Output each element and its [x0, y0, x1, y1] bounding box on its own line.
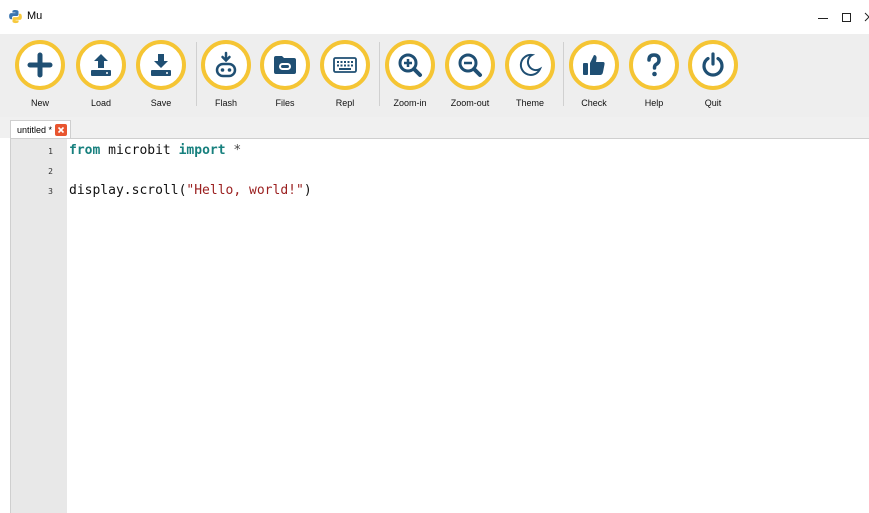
- tab-label: untitled *: [17, 124, 53, 135]
- theme-label: Theme: [515, 98, 544, 108]
- python-logo-icon: [8, 9, 23, 24]
- module-name: microbit: [100, 143, 179, 158]
- minimize-icon: [818, 17, 828, 19]
- new-button-ring: [15, 40, 65, 90]
- zoom-in-button[interactable]: Zoom-in: [385, 40, 437, 112]
- close-x-icon: [57, 126, 65, 133]
- line-number: 2: [48, 167, 53, 176]
- flash-button-ring: [201, 40, 251, 90]
- help-button[interactable]: Help: [629, 40, 681, 112]
- call-suffix: ): [303, 183, 312, 198]
- toolbar-divider: [563, 42, 564, 106]
- theme-button[interactable]: Theme: [505, 40, 557, 112]
- zoom-out-icon: [458, 53, 482, 77]
- load-button-ring: [76, 40, 126, 90]
- mu-editor-window: Mu New Load Save Flash Files Repl Zoom-i…: [0, 0, 869, 513]
- code-line-3[interactable]: display.scroll("Hello, world!"): [69, 183, 312, 198]
- question-icon: [647, 53, 661, 77]
- repl-button[interactable]: Repl: [320, 40, 372, 112]
- upload-icon: [91, 54, 111, 76]
- files-button[interactable]: Files: [260, 40, 312, 112]
- maximize-icon: [841, 12, 851, 22]
- microbit-flash-icon: [215, 51, 237, 78]
- string-literal: "Hello, world!": [186, 183, 304, 198]
- repl-button-ring: [320, 40, 370, 90]
- toolbar-divider: [196, 42, 197, 106]
- zoom-out-button[interactable]: Zoom-out: [445, 40, 497, 112]
- plus-icon: [27, 52, 53, 78]
- new-button[interactable]: New: [15, 40, 67, 112]
- quit-button[interactable]: Quit: [688, 40, 740, 112]
- flash-button[interactable]: Flash: [201, 40, 253, 112]
- load-button[interactable]: Load: [76, 40, 128, 112]
- tab-close-icon[interactable]: [55, 123, 68, 136]
- code-line-1[interactable]: from microbit import *: [69, 143, 241, 158]
- toolbar: New Load Save Flash Files Repl Zoom-in Z…: [0, 34, 869, 117]
- close-button[interactable]: [854, 0, 869, 34]
- keyword-from: from: [69, 143, 101, 158]
- repl-label: Repl: [335, 98, 355, 108]
- toolbar-divider: [379, 42, 380, 106]
- zoom-in-button-ring: [385, 40, 435, 90]
- files-button-ring: [260, 40, 310, 90]
- line-number: 3: [48, 187, 53, 196]
- help-button-ring: [629, 40, 679, 90]
- theme-button-ring: [505, 40, 555, 90]
- save-button-ring: [136, 40, 186, 90]
- moon-icon: [519, 53, 543, 76]
- call-prefix: display.scroll(: [69, 183, 187, 198]
- title-bar: Mu: [0, 0, 869, 34]
- new-label: New: [30, 98, 49, 108]
- line-number: 1: [48, 147, 53, 156]
- save-label: Save: [150, 98, 172, 108]
- power-icon: [702, 52, 724, 77]
- folder-icon: [274, 56, 296, 74]
- thumbs-up-icon: [583, 55, 605, 75]
- save-button[interactable]: Save: [136, 40, 188, 112]
- tab-bar: untitled *: [0, 117, 869, 138]
- tab-untitled[interactable]: untitled *: [10, 120, 72, 138]
- zoom-in-icon: [398, 53, 422, 77]
- import-star: *: [225, 143, 242, 158]
- code-editor[interactable]: 1 2 3 from microbit import * display.scr…: [10, 138, 869, 513]
- quit-button-ring: [688, 40, 738, 90]
- zoom-out-button-ring: [445, 40, 495, 90]
- close-icon: [864, 12, 869, 22]
- line-number-gutter: 1 2 3: [11, 139, 67, 513]
- quit-label: Quit: [704, 98, 722, 108]
- keyboard-icon: [333, 57, 357, 73]
- download-icon: [151, 54, 171, 76]
- check-button[interactable]: Check: [569, 40, 621, 112]
- keyword-import: import: [178, 143, 226, 158]
- window-title: Mu: [27, 10, 43, 22]
- check-button-ring: [569, 40, 619, 90]
